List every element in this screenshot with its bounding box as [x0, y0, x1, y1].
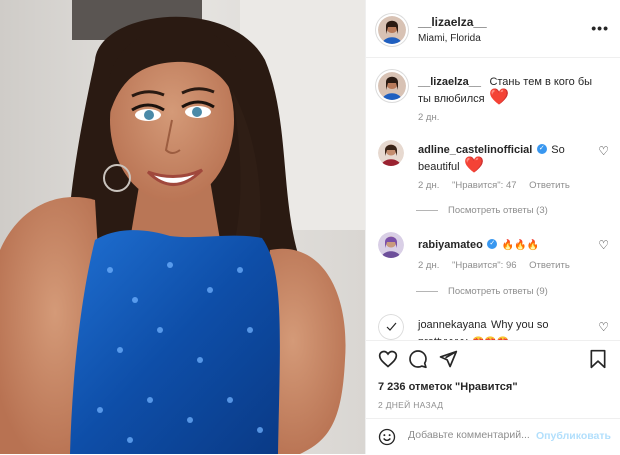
comment-item: adline_castelinofficial ✓ So beautiful ❤… [366, 132, 620, 222]
post-actions: 7 236 отметок "Нравится" 2 ДНЕЙ НАЗАД Оп… [366, 340, 620, 454]
post-header: __lizaelza__ Miami, Florida ••• [366, 0, 620, 58]
comment-item: rabiyamateo ✓ 🔥🔥🔥 ♡ 2 дн. "Нравится": 96… [366, 226, 620, 308]
comment-meta: 2 дн. "Нравится": 47 Ответить [418, 180, 580, 191]
comment-input[interactable] [408, 429, 553, 441]
more-icon[interactable]: ••• [591, 20, 609, 36]
likes-count[interactable]: 7 236 отметок "Нравится" [378, 381, 518, 393]
post-sidebar: __lizaelza__ Miami, Florida ••• __lizael… [365, 0, 620, 454]
comment-username[interactable]: adline_castelinofficial [418, 144, 532, 156]
author-avatar[interactable] [378, 16, 406, 44]
comment-item: joannekayana Why you so prettyyyyy 😍😍😍 ♡ [366, 308, 620, 340]
instagram-post-modal: __lizaelza__ Miami, Florida ••• __lizael… [0, 0, 620, 454]
replies-divider [416, 290, 438, 292]
comment-avatar[interactable] [378, 232, 404, 258]
post-date[interactable]: 2 ДНЕЙ НАЗАД [378, 400, 443, 410]
bookmark-icon[interactable] [588, 349, 608, 374]
post-comment-button[interactable]: Опубликовать [536, 430, 611, 442]
view-replies-label: Посмотреть ответы (3) [448, 205, 548, 216]
comment-time[interactable]: 2 дн. [418, 180, 439, 191]
view-replies-button[interactable]: Посмотреть ответы (9) [416, 286, 548, 297]
comment-emoji: ❤️ [464, 157, 484, 174]
comment-time[interactable]: 2 дн. [418, 260, 439, 271]
comment-avatar[interactable] [378, 140, 404, 166]
post-photo[interactable] [0, 0, 365, 454]
caption-time[interactable]: 2 дн. [418, 112, 439, 123]
author-username[interactable]: __lizaelza__ [418, 15, 487, 29]
comment-emoji: 🔥🔥🔥 [501, 240, 540, 251]
caption-item: __lizaelza__ Стань тем в кого бы ты влюб… [366, 58, 620, 128]
post-location[interactable]: Miami, Florida [418, 33, 481, 44]
verified-icon: ✓ [487, 238, 498, 249]
reply-button[interactable]: Ответить [529, 180, 570, 191]
comments-list: __lizaelza__ Стань тем в кого бы ты влюб… [366, 58, 620, 340]
share-icon[interactable] [438, 349, 458, 374]
comment-like-icon[interactable]: ♡ [598, 320, 609, 334]
caption-emoji: ❤️ [489, 89, 509, 106]
comment-username[interactable]: rabiyamateo [418, 239, 483, 251]
comment-avatar[interactable] [378, 314, 404, 340]
replies-divider [416, 209, 438, 211]
caption-username[interactable]: __lizaelza__ [418, 76, 481, 88]
comment-like-icon[interactable]: ♡ [598, 238, 609, 252]
reply-button[interactable]: Ответить [529, 260, 570, 271]
caption-avatar[interactable] [378, 72, 406, 100]
view-replies-label: Посмотреть ответы (9) [448, 286, 548, 297]
comment-like-icon[interactable]: ♡ [598, 144, 609, 158]
heart-icon[interactable] [378, 349, 398, 374]
verified-icon: ✓ [536, 143, 547, 154]
add-comment-bar: Опубликовать [366, 418, 620, 455]
view-replies-button[interactable]: Посмотреть ответы (3) [416, 205, 548, 216]
emoji-icon[interactable] [378, 428, 396, 451]
comment-likes[interactable]: "Нравится": 47 [452, 180, 517, 191]
comment-icon[interactable] [408, 349, 428, 374]
portrait-image [0, 0, 365, 454]
comment-username[interactable]: joannekayana [418, 319, 487, 331]
comment-meta: 2 дн. "Нравится": 96 Ответить [418, 260, 580, 271]
comment-likes[interactable]: "Нравится": 96 [452, 260, 517, 271]
